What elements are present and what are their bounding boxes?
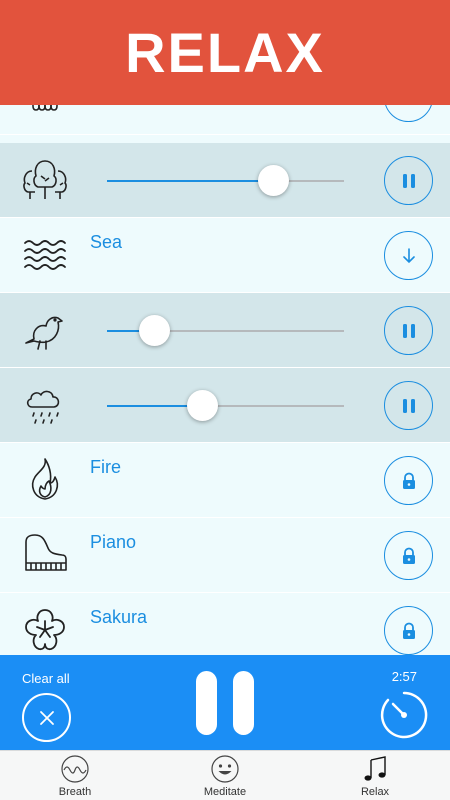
locked-button[interactable] <box>384 456 433 505</box>
bird-icon <box>20 305 70 355</box>
download-icon <box>401 105 417 107</box>
timer-icon <box>380 691 428 739</box>
lock-icon <box>402 547 415 564</box>
smiley-icon <box>210 754 240 784</box>
sound-row[interactable] <box>0 143 450 218</box>
pause-icon <box>196 671 217 735</box>
pause-button[interactable] <box>384 381 433 430</box>
tab-label: Breath <box>58 786 92 798</box>
tab-label: Meditate <box>203 786 247 798</box>
sound-row[interactable] <box>0 105 450 135</box>
pause-icon <box>402 323 415 338</box>
pause-button[interactable] <box>384 306 433 355</box>
tab-relax[interactable]: Relax <box>330 751 420 800</box>
sound-name: Sea <box>90 232 123 252</box>
sound-name: Sakura <box>90 607 148 627</box>
breath-icon <box>60 754 90 784</box>
lock-icon <box>402 472 415 489</box>
sound-row[interactable]: Piano <box>0 518 450 593</box>
timer-label: 2:57 <box>391 669 417 684</box>
volume-slider[interactable] <box>107 390 344 421</box>
locked-button[interactable] <box>384 531 433 580</box>
volume-thumb[interactable] <box>257 165 289 196</box>
sound-row[interactable]: Fire <box>0 443 450 518</box>
piano-icon <box>20 530 70 580</box>
timer-button[interactable] <box>378 689 430 741</box>
tab-breath[interactable]: Breath <box>30 751 120 800</box>
pause-icon-bar <box>233 671 254 735</box>
download-button[interactable] <box>384 105 433 122</box>
volume-thumb[interactable] <box>139 315 171 346</box>
master-pause-button[interactable] <box>196 671 254 735</box>
pause-icon <box>402 398 415 413</box>
download-button[interactable] <box>384 231 433 280</box>
sound-name: Piano <box>90 532 137 552</box>
pause-icon <box>402 173 415 188</box>
lock-icon <box>402 622 415 639</box>
rain-shower-icon <box>20 105 70 122</box>
volume-thumb[interactable] <box>186 390 218 421</box>
sound-row[interactable]: Sea <box>0 218 450 293</box>
volume-slider[interactable] <box>107 315 344 346</box>
pause-button[interactable] <box>384 156 433 205</box>
fire-icon <box>20 455 70 505</box>
waves-icon <box>20 230 70 280</box>
sound-name: Fire <box>90 457 121 477</box>
clear-all-button[interactable] <box>22 693 71 742</box>
app-header: RELAX <box>0 0 450 105</box>
sakura-icon <box>20 605 70 655</box>
rain-cloud-icon <box>20 380 70 430</box>
volume-slider[interactable] <box>107 165 344 196</box>
page-title: RELAX <box>125 21 325 84</box>
sound-row[interactable] <box>0 368 450 443</box>
trees-icon <box>20 155 70 205</box>
tab-meditate[interactable]: Meditate <box>180 751 270 800</box>
tab-bar: Breath Meditate Relax <box>0 750 450 800</box>
clear-all-label: Clear all <box>22 671 70 686</box>
tab-label: Relax <box>360 786 390 798</box>
music-note-icon <box>360 754 390 784</box>
locked-button[interactable] <box>384 606 433 655</box>
sound-list[interactable]: Sea Fire Piano Sakura <box>0 105 450 655</box>
player-bar: Clear all 2:57 <box>0 655 450 750</box>
download-icon <box>402 247 415 263</box>
close-icon <box>39 710 54 725</box>
sound-row[interactable]: Sakura <box>0 593 450 655</box>
sound-row[interactable] <box>0 293 450 368</box>
volume-fill <box>107 180 273 182</box>
